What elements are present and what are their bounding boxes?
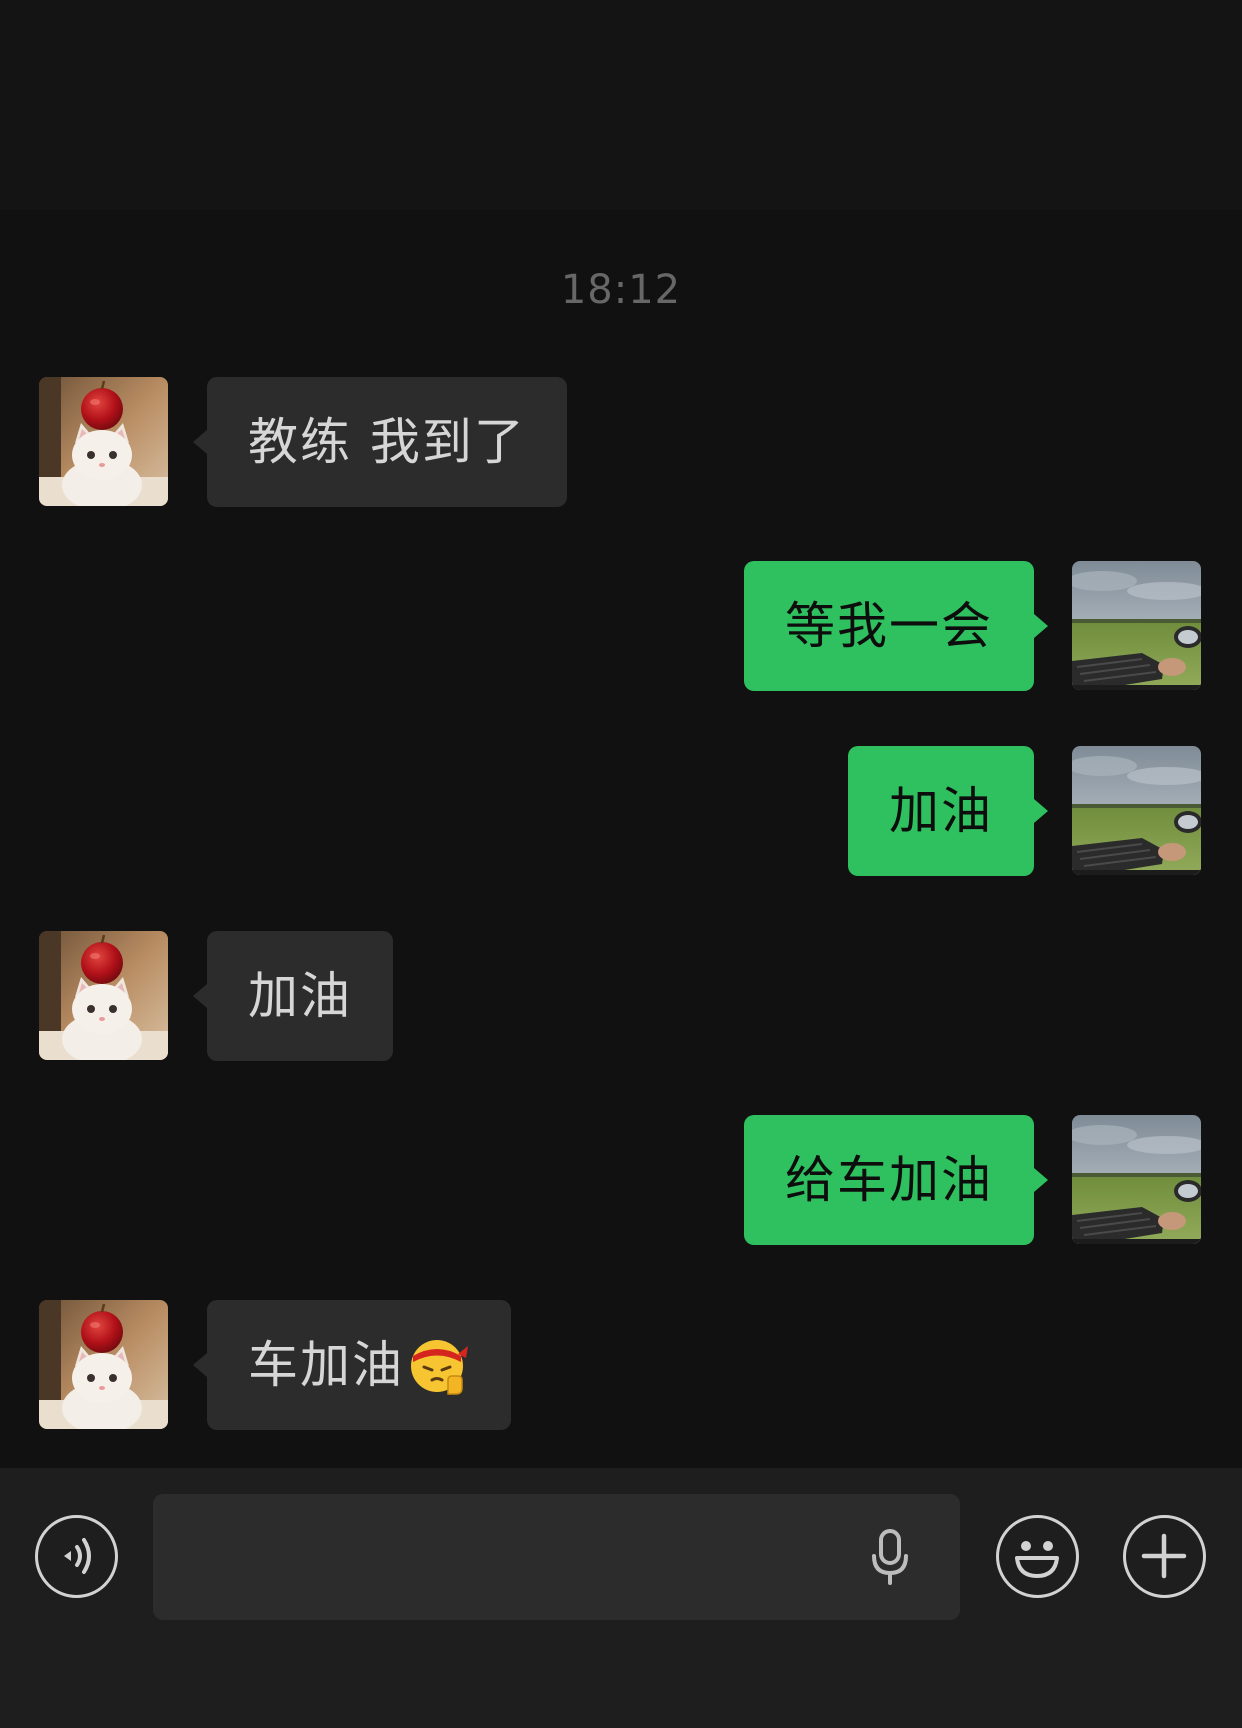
emoji-button[interactable] [996, 1515, 1079, 1598]
my-avatar-icon[interactable] [1072, 746, 1201, 875]
message-text: 教练 我到了 [248, 413, 526, 471]
landscape-driving-avatar-icon [1072, 746, 1201, 875]
fighting-emoji-icon [408, 1334, 470, 1396]
my-avatar-icon[interactable] [1072, 1115, 1201, 1244]
voice-mode-button[interactable] [35, 1515, 118, 1598]
message-text: 等我一会 [785, 597, 993, 655]
chat-header [0, 0, 1242, 210]
chat-input-bar [0, 1468, 1242, 1728]
plus-icon [1141, 1533, 1187, 1579]
microphone-icon [872, 1529, 908, 1585]
microphone-button[interactable] [870, 1528, 910, 1586]
cat-with-apple-avatar-icon [39, 1300, 168, 1429]
voice-mode-icon [64, 1538, 91, 1574]
more-options-button[interactable] [1123, 1515, 1206, 1598]
contact-avatar-icon[interactable] [39, 1300, 168, 1429]
incoming-message-bubble[interactable]: 车加油 [193, 1300, 511, 1430]
cat-with-apple-avatar-icon [39, 377, 168, 506]
message-text: 给车加油 [785, 1151, 993, 1209]
cat-with-apple-avatar-icon [39, 931, 168, 1060]
outgoing-message-bubble[interactable]: 加油 [848, 746, 1048, 876]
message-input[interactable] [153, 1494, 960, 1620]
contact-avatar-icon[interactable] [39, 377, 168, 506]
smiley-emoji-icon [1015, 1541, 1059, 1578]
outgoing-message-bubble[interactable]: 给车加油 [744, 1115, 1048, 1245]
message-text: 车加油 [248, 1336, 404, 1394]
landscape-driving-avatar-icon [1072, 561, 1201, 690]
message-text: 加油 [889, 782, 993, 840]
incoming-message-bubble[interactable]: 加油 [193, 931, 393, 1061]
message-text: 加油 [248, 967, 352, 1025]
my-avatar-icon[interactable] [1072, 561, 1201, 690]
incoming-message-bubble[interactable]: 教练 我到了 [193, 377, 567, 507]
landscape-driving-avatar-icon [1072, 1115, 1201, 1244]
message-timestamp: 18:12 [560, 267, 682, 313]
outgoing-message-bubble[interactable]: 等我一会 [744, 561, 1048, 691]
contact-avatar-icon[interactable] [39, 931, 168, 1060]
